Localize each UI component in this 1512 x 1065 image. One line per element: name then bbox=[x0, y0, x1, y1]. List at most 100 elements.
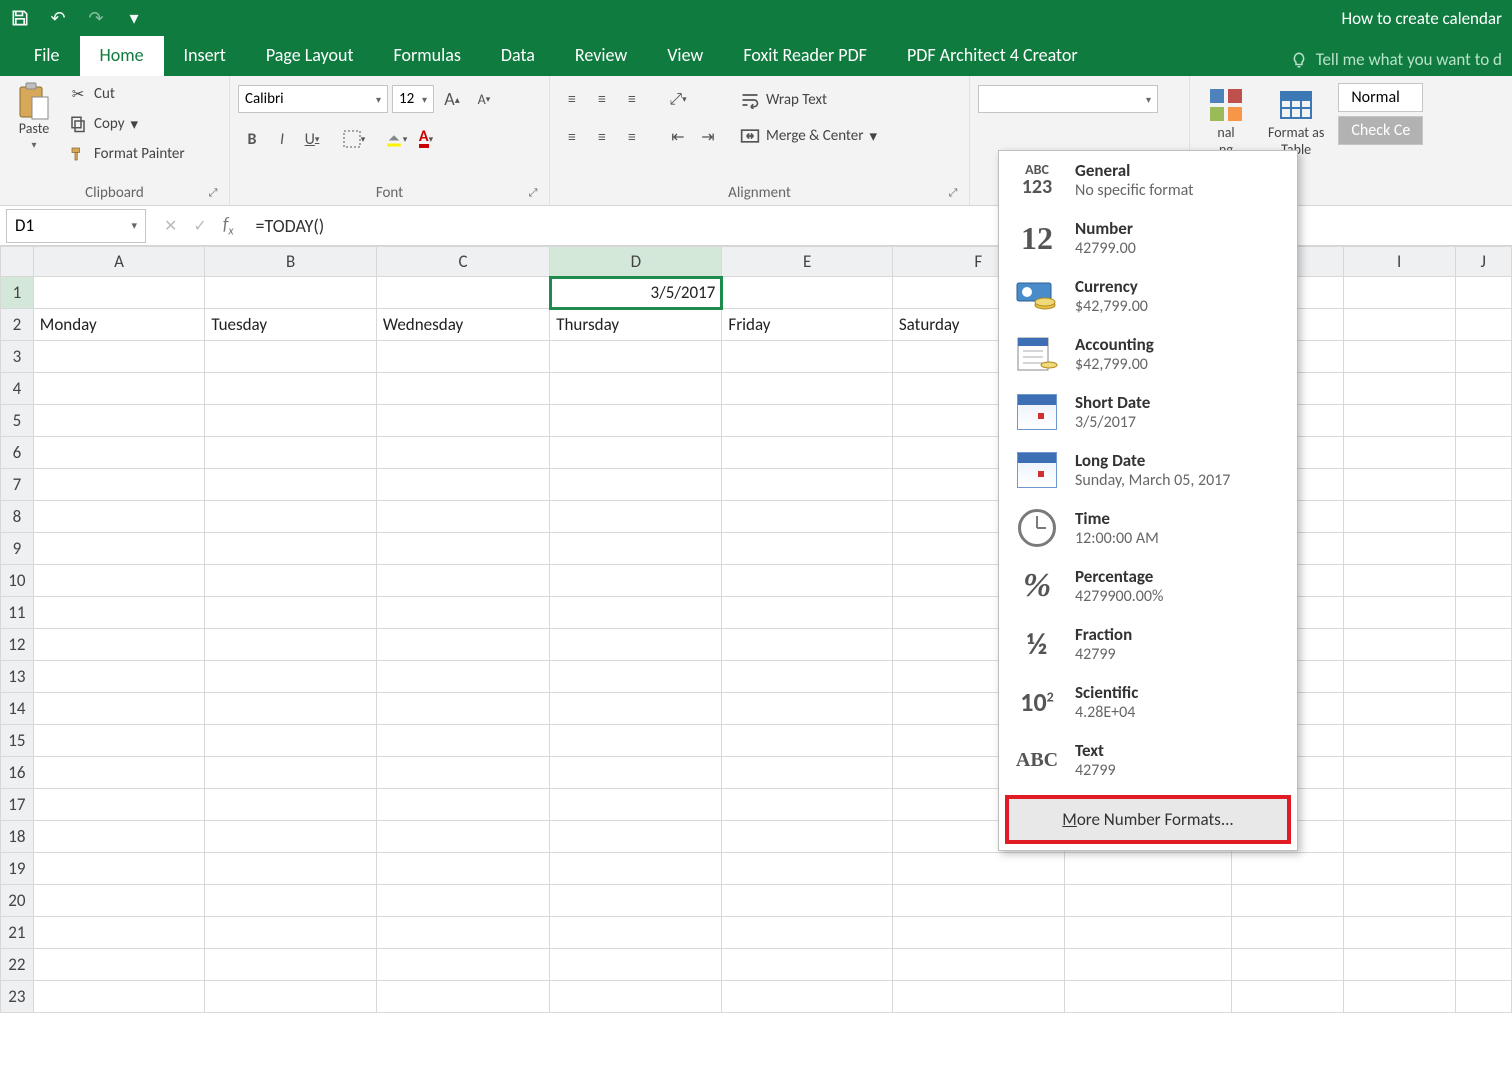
cell-C20[interactable] bbox=[376, 885, 549, 917]
tab-pdf-architect[interactable]: PDF Architect 4 Creator bbox=[887, 34, 1098, 76]
cell-C8[interactable] bbox=[376, 501, 549, 533]
row-header-16[interactable]: 16 bbox=[1, 757, 34, 789]
cell-D18[interactable] bbox=[550, 821, 722, 853]
cell-F19[interactable] bbox=[892, 853, 1064, 885]
cell-B2[interactable]: Tuesday bbox=[205, 309, 376, 341]
fx-icon[interactable]: fx bbox=[223, 213, 234, 239]
cell-B10[interactable] bbox=[205, 565, 376, 597]
cell-I12[interactable] bbox=[1343, 629, 1455, 661]
increase-font-size-button[interactable]: A▴ bbox=[438, 85, 466, 113]
cell-A23[interactable] bbox=[33, 981, 205, 1013]
cell-C13[interactable] bbox=[376, 661, 549, 693]
number-format-option-long-date[interactable]: Long DateSunday, March 05, 2017 bbox=[999, 441, 1297, 499]
cell-J17[interactable] bbox=[1455, 789, 1511, 821]
cell-D11[interactable] bbox=[550, 597, 722, 629]
cell-D2[interactable]: Thursday bbox=[550, 309, 722, 341]
cell-B22[interactable] bbox=[205, 949, 376, 981]
cell-B15[interactable] bbox=[205, 725, 376, 757]
cell-C23[interactable] bbox=[376, 981, 549, 1013]
cell-style-normal[interactable]: Normal bbox=[1338, 83, 1423, 112]
cell-I16[interactable] bbox=[1343, 757, 1455, 789]
cell-E6[interactable] bbox=[722, 437, 892, 469]
cell-I4[interactable] bbox=[1343, 373, 1455, 405]
cell-J23[interactable] bbox=[1455, 981, 1511, 1013]
cell-B12[interactable] bbox=[205, 629, 376, 661]
cell-A1[interactable] bbox=[33, 277, 205, 309]
row-header-8[interactable]: 8 bbox=[1, 501, 34, 533]
cell-B20[interactable] bbox=[205, 885, 376, 917]
tab-view[interactable]: View bbox=[647, 34, 723, 76]
cell-E14[interactable] bbox=[722, 693, 892, 725]
cell-I10[interactable] bbox=[1343, 565, 1455, 597]
cell-B5[interactable] bbox=[205, 405, 376, 437]
cell-I2[interactable] bbox=[1343, 309, 1455, 341]
row-header-4[interactable]: 4 bbox=[1, 373, 34, 405]
cell-E5[interactable] bbox=[722, 405, 892, 437]
cell-D9[interactable] bbox=[550, 533, 722, 565]
cell-C16[interactable] bbox=[376, 757, 549, 789]
number-format-option-short-date[interactable]: Short Date3/5/2017 bbox=[999, 383, 1297, 441]
cell-J2[interactable] bbox=[1455, 309, 1511, 341]
decrease-indent-button[interactable]: ⇤ bbox=[664, 123, 692, 151]
cell-A16[interactable] bbox=[33, 757, 205, 789]
cell-B16[interactable] bbox=[205, 757, 376, 789]
cell-D12[interactable] bbox=[550, 629, 722, 661]
cell-C18[interactable] bbox=[376, 821, 549, 853]
row-header-17[interactable]: 17 bbox=[1, 789, 34, 821]
cell-F20[interactable] bbox=[892, 885, 1064, 917]
row-header-13[interactable]: 13 bbox=[1, 661, 34, 693]
cell-A2[interactable]: Monday bbox=[33, 309, 205, 341]
italic-button[interactable]: I bbox=[268, 125, 296, 153]
cell-A11[interactable] bbox=[33, 597, 205, 629]
cell-A20[interactable] bbox=[33, 885, 205, 917]
format-painter-button[interactable]: Format Painter bbox=[64, 141, 189, 167]
cell-B18[interactable] bbox=[205, 821, 376, 853]
number-format-option-time[interactable]: Time12:00:00 AM bbox=[999, 499, 1297, 557]
cut-button[interactable]: ✂ Cut bbox=[64, 81, 189, 107]
cell-I22[interactable] bbox=[1343, 949, 1455, 981]
cell-E11[interactable] bbox=[722, 597, 892, 629]
orientation-button[interactable]: ⤢▾ bbox=[664, 85, 692, 113]
number-format-option-number[interactable]: 12Number42799.00 bbox=[999, 209, 1297, 267]
cell-J21[interactable] bbox=[1455, 917, 1511, 949]
select-all-corner[interactable] bbox=[1, 247, 34, 277]
cell-F22[interactable] bbox=[892, 949, 1064, 981]
cell-I19[interactable] bbox=[1343, 853, 1455, 885]
row-header-2[interactable]: 2 bbox=[1, 309, 34, 341]
cell-I5[interactable] bbox=[1343, 405, 1455, 437]
format-as-table-button[interactable]: Format as Table bbox=[1262, 83, 1330, 161]
cell-I13[interactable] bbox=[1343, 661, 1455, 693]
wrap-text-button[interactable]: Wrap Text bbox=[736, 87, 881, 113]
cell-A10[interactable] bbox=[33, 565, 205, 597]
column-header-E[interactable]: E bbox=[722, 247, 892, 277]
cell-E1[interactable] bbox=[722, 277, 892, 309]
cell-J6[interactable] bbox=[1455, 437, 1511, 469]
cell-E8[interactable] bbox=[722, 501, 892, 533]
cell-J10[interactable] bbox=[1455, 565, 1511, 597]
cell-B1[interactable] bbox=[205, 277, 376, 309]
cell-C22[interactable] bbox=[376, 949, 549, 981]
cell-H22[interactable] bbox=[1231, 949, 1343, 981]
cell-E10[interactable] bbox=[722, 565, 892, 597]
cell-A21[interactable] bbox=[33, 917, 205, 949]
cell-I21[interactable] bbox=[1343, 917, 1455, 949]
cell-C19[interactable] bbox=[376, 853, 549, 885]
save-icon[interactable] bbox=[10, 8, 30, 28]
cell-D20[interactable] bbox=[550, 885, 722, 917]
cell-J1[interactable] bbox=[1455, 277, 1511, 309]
row-header-14[interactable]: 14 bbox=[1, 693, 34, 725]
cell-J11[interactable] bbox=[1455, 597, 1511, 629]
align-top-button[interactable]: ≡ bbox=[558, 85, 586, 113]
cell-E4[interactable] bbox=[722, 373, 892, 405]
cell-A4[interactable] bbox=[33, 373, 205, 405]
cell-J14[interactable] bbox=[1455, 693, 1511, 725]
cell-H20[interactable] bbox=[1231, 885, 1343, 917]
cell-A3[interactable] bbox=[33, 341, 205, 373]
column-header-A[interactable]: A bbox=[33, 247, 205, 277]
cancel-formula-icon[interactable]: ✕ bbox=[164, 216, 177, 236]
cell-A9[interactable] bbox=[33, 533, 205, 565]
row-header-6[interactable]: 6 bbox=[1, 437, 34, 469]
cell-C14[interactable] bbox=[376, 693, 549, 725]
cell-C4[interactable] bbox=[376, 373, 549, 405]
increase-indent-button[interactable]: ⇥ bbox=[694, 123, 722, 151]
